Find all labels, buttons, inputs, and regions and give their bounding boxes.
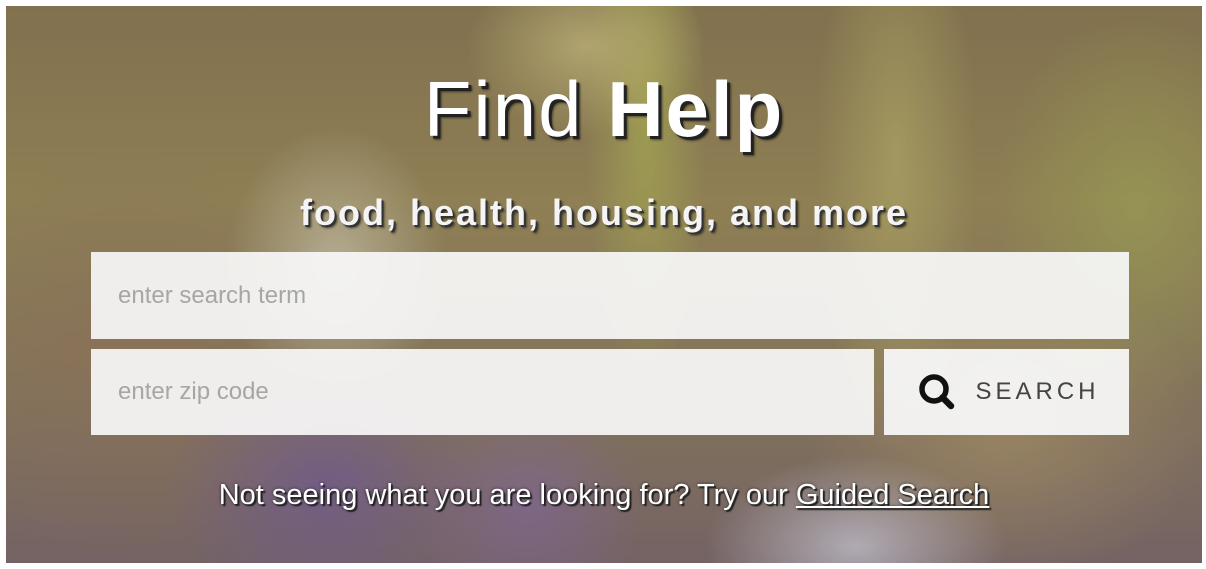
search-icon	[913, 372, 965, 412]
page-subtitle: food, health, housing, and more	[300, 192, 908, 233]
hero-banner: Find Help food, health, housing, and mor…	[6, 6, 1202, 563]
zip-code-input[interactable]	[91, 349, 874, 435]
guided-search-text: Not seeing what you are looking for? Try…	[218, 479, 788, 511]
title-help: Help	[607, 65, 785, 153]
guided-search-prompt: Not seeing what you are looking for? Try…	[6, 476, 1202, 514]
search-button[interactable]: SEARCH	[884, 349, 1129, 435]
guided-search-link[interactable]: Guided Search	[796, 479, 989, 511]
page-frame: Find Help food, health, housing, and mor…	[0, 0, 1206, 569]
search-term-input[interactable]	[91, 252, 1129, 339]
page-title: Find Help	[6, 64, 1202, 154]
search-button-label: SEARCH	[975, 378, 1100, 405]
title-find: Find	[423, 65, 584, 153]
